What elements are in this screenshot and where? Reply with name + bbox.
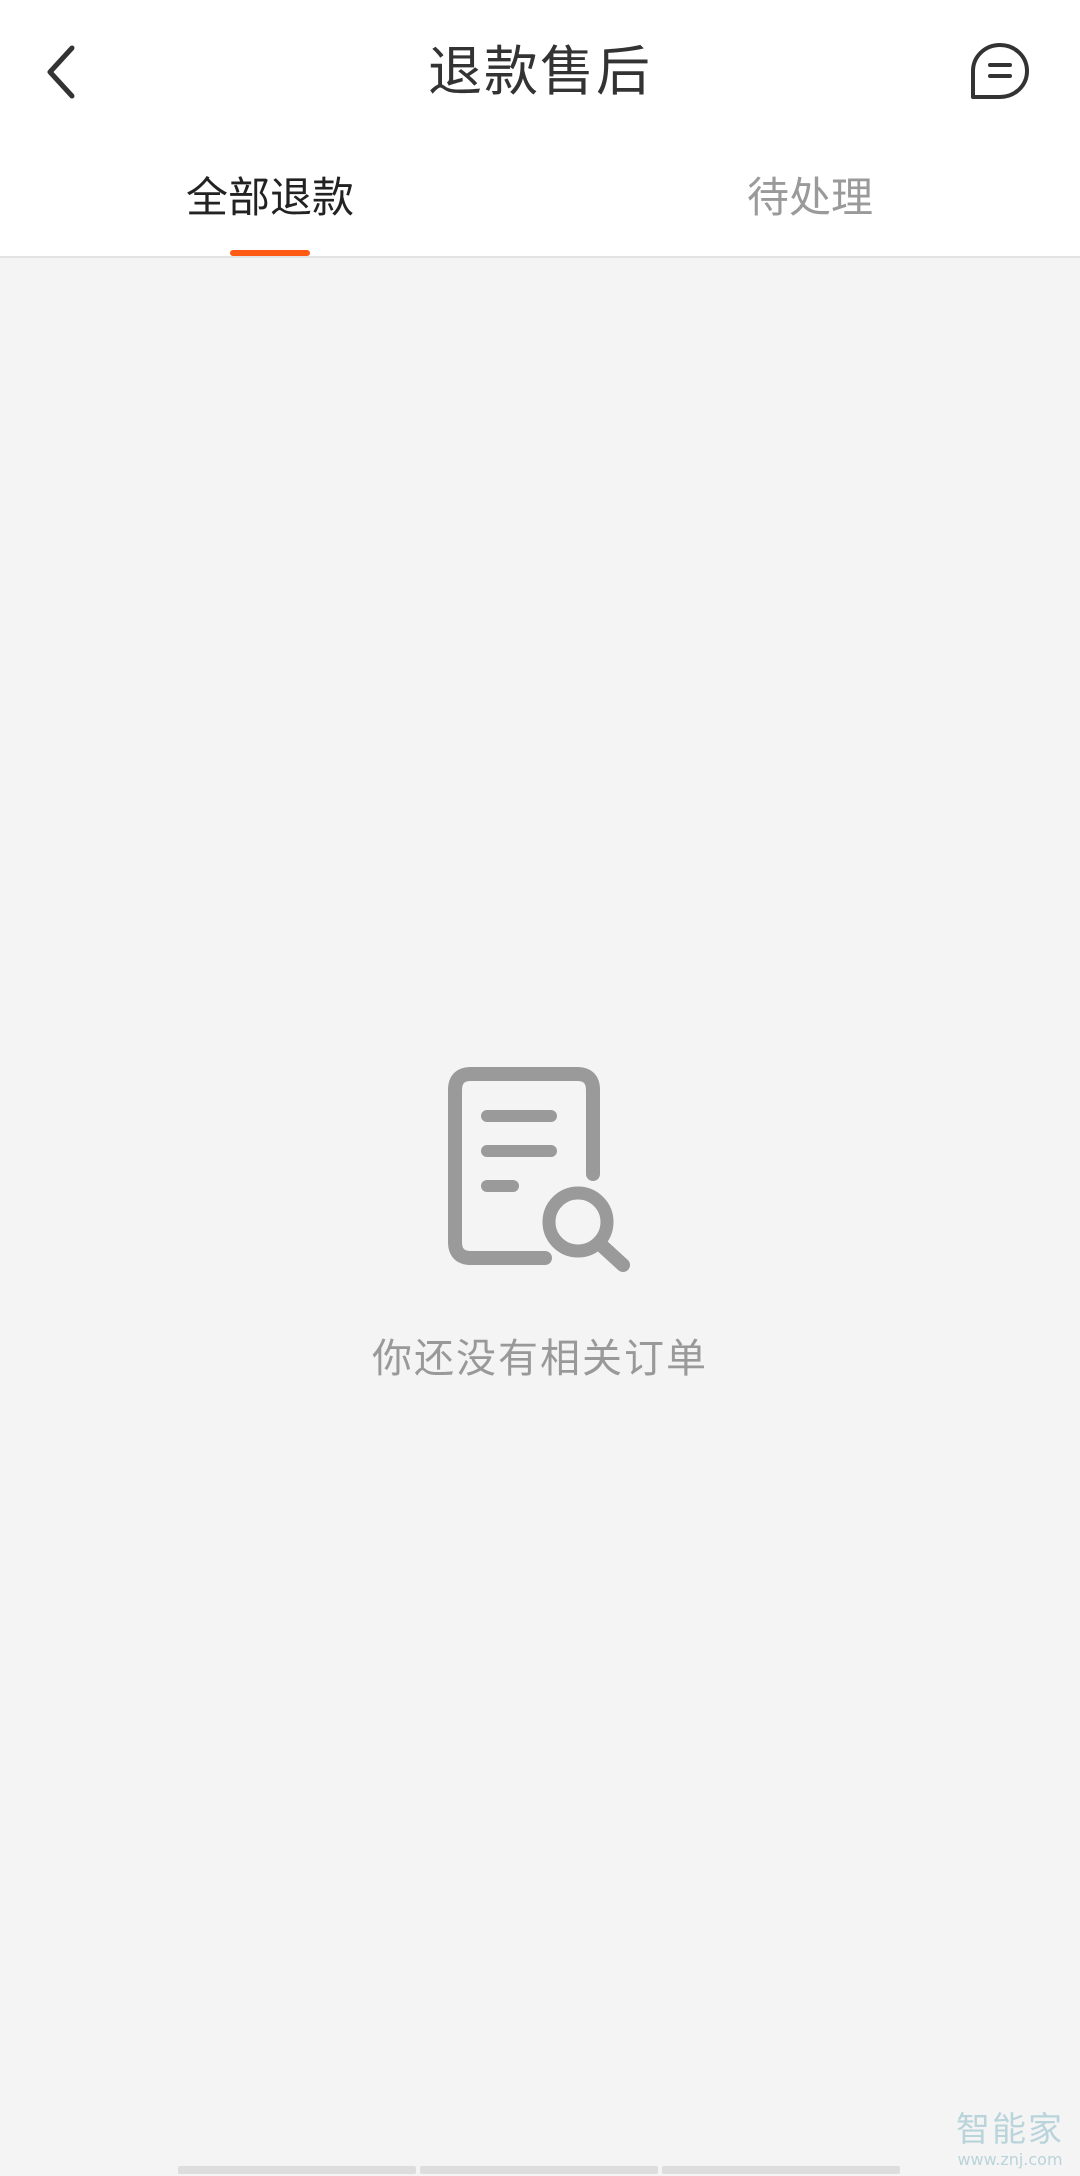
tab-pending[interactable]: 待处理: [690, 156, 930, 240]
home-indicator: [178, 2166, 900, 2174]
empty-state-text: 你还没有相关订单: [372, 1336, 708, 1382]
active-tab-indicator: [230, 250, 310, 256]
top-header: 退款售后 全部退款 待处理: [0, 0, 1080, 258]
chat-bubble-icon: [971, 43, 1029, 99]
watermark-logo: 智能家 www.znj.com: [950, 2110, 1070, 2170]
watermark-sub: www.znj.com: [957, 2150, 1063, 2169]
tab-all-refunds[interactable]: 全部退款: [150, 156, 390, 240]
message-button[interactable]: [960, 32, 1040, 112]
watermark-main: 智能家: [956, 2110, 1064, 2150]
page-title: 退款售后: [428, 40, 652, 103]
document-search-icon: [448, 1067, 630, 1272]
empty-state: [0, 1064, 1080, 1278]
